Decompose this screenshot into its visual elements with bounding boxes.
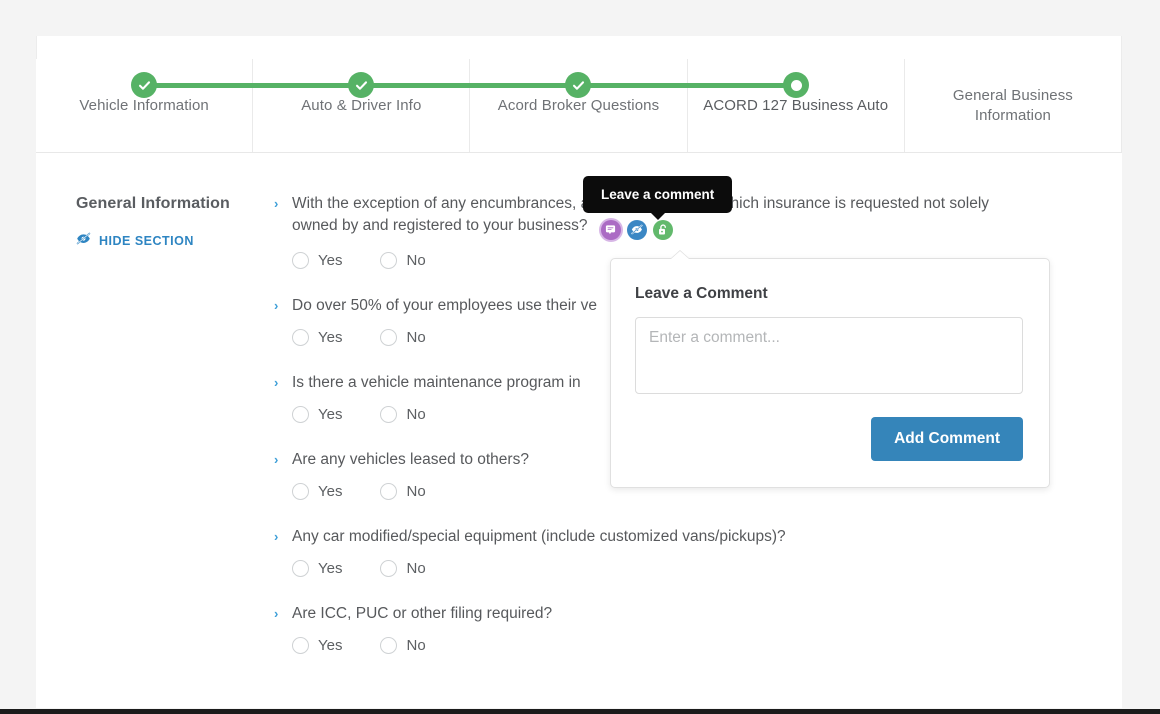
chevron-right-icon: ›	[274, 605, 279, 621]
radio-circle[interactable]	[292, 328, 309, 346]
section-side-panel: General Information HIDE SECTION	[76, 195, 266, 250]
option-label: Yes	[318, 482, 343, 500]
question-text: Are ICC, PUC or other filing required?	[292, 604, 553, 622]
radio-option-yes[interactable]: Yes	[292, 636, 343, 654]
answer-options: Yes No	[292, 559, 1074, 577]
step-acord-127-business-auto[interactable]: ACORD 127 Business Auto	[687, 59, 905, 156]
question-action-icons	[600, 219, 673, 240]
radio-option-yes[interactable]: Yes	[292, 405, 343, 423]
radio-circle[interactable]	[292, 482, 309, 500]
add-comment-button[interactable]: Add Comment	[871, 417, 1023, 461]
radio-option-no[interactable]: No	[380, 251, 426, 269]
radio-option-no[interactable]: No	[380, 636, 426, 654]
eye-slash-icon	[76, 232, 91, 250]
popover-actions: Add Comment	[635, 417, 1023, 461]
radio-option-no[interactable]: No	[380, 482, 426, 500]
answer-options: Yes No	[292, 636, 1074, 654]
step-label: Acord Broker Questions	[497, 96, 660, 114]
radio-option-yes[interactable]: Yes	[292, 328, 343, 346]
chevron-right-icon: ›	[274, 196, 279, 211]
option-label: No	[406, 251, 426, 269]
chevron-right-icon: ›	[274, 451, 279, 467]
application-root: Vehicle Information Auto & Driver Info A…	[0, 0, 1160, 714]
wizard-stepper: Vehicle Information Auto & Driver Info A…	[36, 59, 1123, 156]
radio-option-no[interactable]: No	[380, 328, 426, 346]
option-label: No	[406, 328, 426, 346]
comment-tooltip: Leave a comment	[583, 176, 733, 213]
radio-option-yes[interactable]: Yes	[292, 559, 343, 577]
option-label: No	[406, 636, 426, 654]
step-acord-broker-questions[interactable]: Acord Broker Questions	[470, 59, 688, 152]
leave-comment-popover: Leave a Comment Add Comment	[610, 250, 1050, 488]
radio-option-yes[interactable]: Yes	[292, 251, 343, 269]
radio-circle[interactable]	[292, 405, 309, 423]
radio-circle[interactable]	[380, 559, 398, 577]
step-general-business-information[interactable]: General Business Information	[904, 59, 1123, 152]
option-label: Yes	[318, 559, 343, 577]
question-text: Any car modified/special equipment (incl…	[292, 527, 786, 545]
hide-section-button[interactable]: HIDE SECTION	[76, 232, 266, 250]
radio-circle[interactable]	[380, 328, 398, 346]
unlock-icon[interactable]	[652, 219, 673, 240]
radio-circle[interactable]	[380, 636, 398, 654]
step-label: Vehicle Information	[79, 96, 209, 114]
step-label: General Business Information	[952, 86, 1073, 124]
radio-option-no[interactable]: No	[380, 405, 426, 423]
question-item: › Any car modified/special equipment (in…	[274, 526, 1074, 577]
comment-input[interactable]	[635, 317, 1023, 394]
question-text: Are any vehicles leased to others?	[292, 450, 529, 468]
chevron-right-icon: ›	[274, 374, 279, 390]
section-title: General Information	[76, 195, 230, 212]
radio-circle[interactable]	[292, 636, 309, 654]
option-label: Yes	[318, 405, 343, 423]
radio-option-no[interactable]: No	[380, 559, 426, 577]
hide-section-label: HIDE SECTION	[99, 234, 194, 248]
chevron-right-icon: ›	[274, 528, 279, 544]
option-label: Yes	[318, 251, 343, 269]
option-label: No	[406, 482, 426, 500]
popover-title: Leave a Comment	[635, 285, 768, 302]
option-label: No	[406, 405, 426, 423]
chevron-right-icon: ›	[274, 297, 279, 313]
radio-option-yes[interactable]: Yes	[292, 482, 343, 500]
radio-circle[interactable]	[292, 251, 309, 269]
bottom-strip	[0, 709, 1160, 714]
step-vehicle-information[interactable]: Vehicle Information	[36, 59, 254, 152]
step-label: Auto & Driver Info	[301, 96, 422, 114]
option-label: Yes	[318, 636, 343, 654]
eye-slash-icon[interactable]	[626, 219, 647, 240]
step-label: ACORD 127 Business Auto	[703, 96, 889, 114]
tooltip-text: Leave a comment	[601, 187, 715, 202]
radio-circle[interactable]	[380, 251, 398, 269]
radio-circle[interactable]	[292, 559, 309, 577]
option-label: No	[406, 559, 426, 577]
radio-circle[interactable]	[380, 482, 398, 500]
question-text: Is there a vehicle maintenance program i…	[292, 373, 581, 391]
question-item: › Are ICC, PUC or other filing required?…	[274, 603, 1074, 654]
step-auto-driver-info[interactable]: Auto & Driver Info	[253, 59, 471, 152]
comment-icon[interactable]	[600, 219, 621, 240]
option-label: Yes	[318, 328, 343, 346]
radio-circle[interactable]	[380, 405, 398, 423]
question-text: Do over 50% of your employees use their …	[292, 296, 597, 314]
